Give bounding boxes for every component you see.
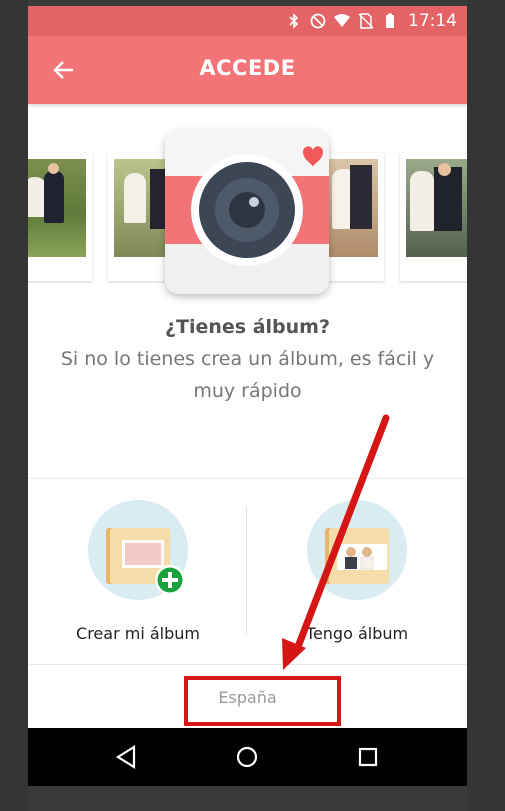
- wifi-icon: [334, 14, 350, 27]
- wedding-photo-4: [400, 153, 467, 281]
- create-album-button[interactable]: Crear mi álbum: [38, 496, 238, 646]
- camera-icon: [165, 130, 329, 294]
- annotation-highlight-box: [184, 676, 341, 726]
- have-album-button[interactable]: Tengo álbum: [257, 496, 457, 646]
- divider-top: [28, 478, 467, 479]
- status-time: 17:14: [408, 11, 457, 31]
- no-sim-icon: [358, 13, 374, 29]
- divider-vertical: [246, 506, 247, 636]
- album-subtitle: Si no lo tienes crea un álbum, es fácil …: [60, 348, 435, 402]
- album-question: ¿Tienes álbum?: [165, 316, 330, 338]
- divider-bottom: [28, 664, 467, 665]
- bluetooth-icon: [289, 13, 299, 29]
- wedding-photo-1: [28, 153, 92, 281]
- status-bar: 17:14: [28, 6, 467, 36]
- recents-square-icon[interactable]: [354, 743, 382, 771]
- system-nav-bar: [28, 728, 467, 786]
- backdrop-left: [0, 0, 28, 811]
- create-album-icon: [88, 500, 188, 600]
- page-title: ACCEDE: [199, 56, 296, 80]
- battery-icon: [386, 13, 394, 28]
- back-triangle-icon[interactable]: [112, 743, 140, 771]
- home-circle-icon[interactable]: [233, 743, 261, 771]
- have-album-label: Tengo álbum: [305, 624, 409, 643]
- create-album-label: Crear mi álbum: [76, 624, 200, 643]
- have-album-icon: [307, 500, 407, 600]
- wedding-photo-3: [320, 153, 384, 281]
- backdrop-right: [467, 0, 505, 811]
- phone-screen: 17:14 ACCEDE ¿Tienes álbum? Si no lo tie…: [28, 6, 467, 786]
- do-not-disturb-icon: [310, 13, 326, 29]
- app-bar: ACCEDE: [28, 36, 467, 104]
- camera-logo-card: [165, 130, 329, 294]
